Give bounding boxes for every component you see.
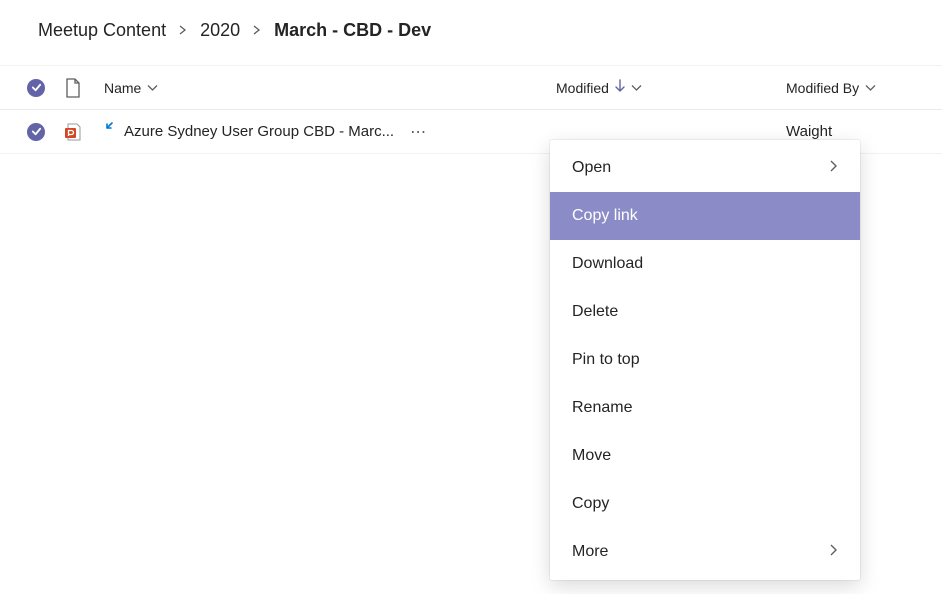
context-menu-item[interactable]: Move [550, 432, 860, 480]
column-header-name[interactable]: Name [104, 80, 158, 96]
context-menu-item-label: Open [572, 159, 611, 177]
chevron-down-icon [631, 84, 642, 92]
context-menu-item[interactable]: Download [550, 240, 860, 288]
powerpoint-file-icon [54, 122, 92, 142]
chevron-right-icon [829, 543, 838, 561]
column-header-modified-by-label: Modified By [786, 80, 859, 96]
breadcrumb-item[interactable]: 2020 [200, 20, 240, 41]
file-type-column-icon [54, 78, 92, 98]
cursor-icon [104, 121, 118, 139]
context-menu-item[interactable]: Pin to top [550, 336, 860, 384]
chevron-right-icon [252, 23, 262, 38]
check-icon [31, 126, 42, 137]
chevron-right-icon [829, 159, 838, 177]
context-menu-item-label: More [572, 543, 608, 561]
modified-by-cell: Waight [786, 123, 832, 140]
context-menu-item-label: Delete [572, 303, 618, 321]
context-menu-item[interactable]: More [550, 528, 860, 576]
context-menu-item[interactable]: Copy link [550, 192, 860, 240]
check-icon [31, 82, 42, 93]
chevron-right-icon [178, 23, 188, 38]
context-menu-item-label: Download [572, 255, 643, 273]
chevron-down-icon [865, 84, 876, 92]
context-menu-item[interactable]: Rename [550, 384, 860, 432]
context-menu-item[interactable]: Open [550, 144, 860, 192]
context-menu-item-label: Pin to top [572, 351, 640, 369]
context-menu-item[interactable]: Delete [550, 288, 860, 336]
select-all-check[interactable] [18, 79, 54, 97]
column-header-name-label: Name [104, 80, 141, 96]
more-actions-button[interactable]: ⋯ [410, 122, 428, 142]
context-menu-item-label: Move [572, 447, 611, 465]
column-header-row: Name Modified Modified By [0, 66, 942, 110]
context-menu-item-label: Rename [572, 399, 632, 417]
column-header-modified-by[interactable]: Modified By [786, 80, 876, 96]
context-menu: Open Copy link Download Delete Pin to top Ren… [550, 140, 860, 580]
file-name[interactable]: Azure Sydney User Group CBD - Marc... [124, 123, 394, 140]
context-menu-item-label: Copy [572, 495, 609, 513]
breadcrumb: Meetup Content 2020 March - CBD - Dev [0, 0, 942, 66]
row-select-check[interactable] [18, 123, 54, 141]
chevron-down-icon [147, 84, 158, 92]
context-menu-item[interactable]: Copy [550, 480, 860, 528]
breadcrumb-item[interactable]: Meetup Content [38, 20, 166, 41]
sort-descending-icon [615, 79, 625, 96]
column-header-modified-label: Modified [556, 80, 609, 96]
context-menu-item-label: Copy link [572, 207, 638, 225]
column-header-modified[interactable]: Modified [556, 79, 642, 96]
breadcrumb-item-current[interactable]: March - CBD - Dev [274, 20, 431, 41]
